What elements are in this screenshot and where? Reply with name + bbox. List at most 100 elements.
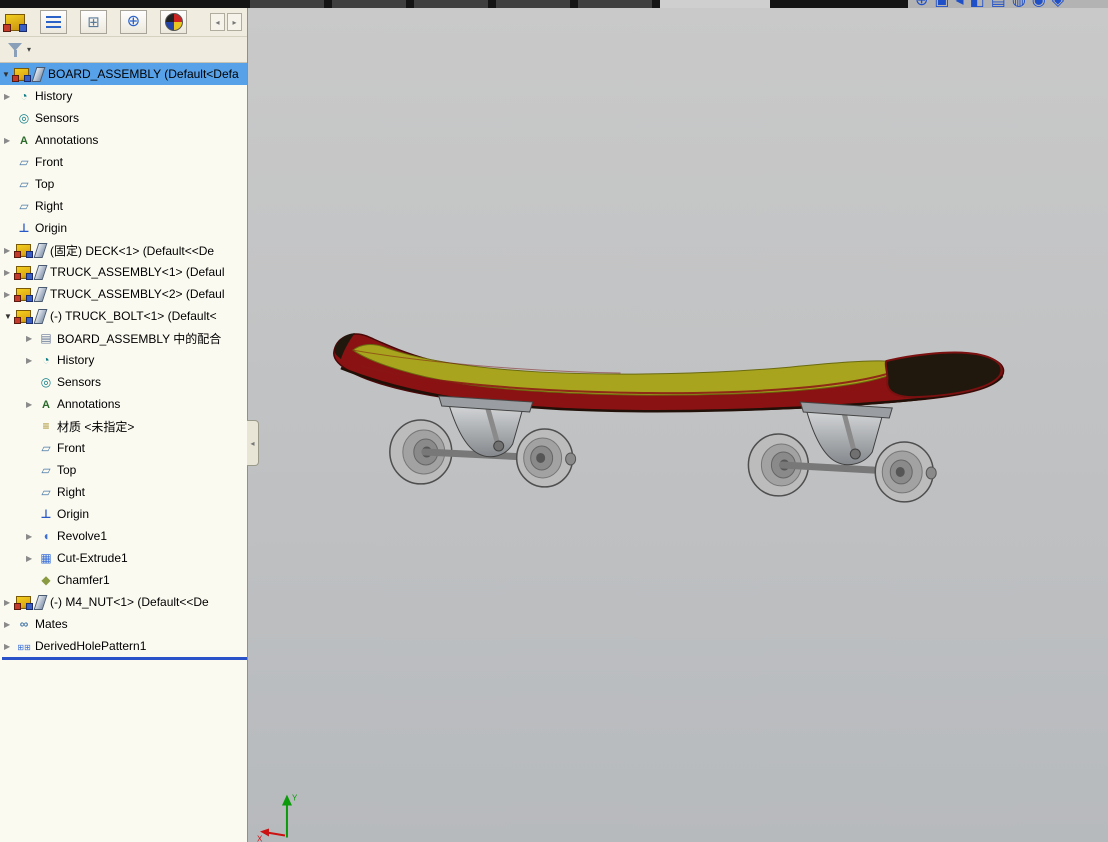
scroll-left-button[interactable]: ◂ xyxy=(210,13,225,31)
expand-closed-icon[interactable]: ▶ xyxy=(2,92,16,101)
displaymanager-tab[interactable] xyxy=(160,10,187,34)
tree-item-m4-nut[interactable]: ▶ (-) M4_NUT<1> (Default<<De xyxy=(0,591,247,613)
x-axis-label: X xyxy=(257,835,263,842)
tree-item-front-plane[interactable]: Front xyxy=(0,151,247,173)
zoom-to-fit-icon[interactable]: ⊕ xyxy=(915,0,928,10)
tree-item-annotations[interactable]: ▶ Annotations xyxy=(0,129,247,151)
hide-show-items-icon[interactable]: ◉ xyxy=(1032,0,1046,10)
tree-item-cut-extrude1[interactable]: ▶ Cut-Extrude1 xyxy=(0,547,247,569)
panel-toolbar: ⊞ ⊕ ◂ ▸ xyxy=(0,8,247,37)
skateboard-model[interactable]: Y X xyxy=(248,8,1108,842)
tree-item-truck-assembly-2[interactable]: ▶ TRUCK_ASSEMBLY<2> (Defaul xyxy=(0,283,247,305)
propertymanager-tab[interactable]: ⊞ xyxy=(80,10,107,34)
tree-item-chamfer1[interactable]: Chamfer1 xyxy=(0,569,247,591)
deck-part[interactable] xyxy=(333,333,1005,413)
feature-tree: ▼BOARD_ASSEMBLY (Default<Defa ▶ History Sen… xyxy=(0,63,247,657)
feather-icon xyxy=(33,594,48,610)
tree-item-sensors-sub[interactable]: Sensors xyxy=(0,371,247,393)
tree-item-label: (固定) DECK<1> (Default<<De xyxy=(50,243,215,258)
tree-item-front-plane-sub[interactable]: Front xyxy=(0,437,247,459)
expand-closed-icon[interactable]: ▶ xyxy=(24,554,38,563)
panel-collapse-handle[interactable]: ◂ xyxy=(247,420,259,466)
scroll-right-button[interactable]: ▸ xyxy=(227,13,242,31)
tree-item-annotations-sub[interactable]: ▶ Annotations xyxy=(0,393,247,415)
tree-item-label: BOARD_ASSEMBLY (Default<Defa xyxy=(48,67,239,81)
view-orientation-icon[interactable]: ▤ xyxy=(991,0,1006,10)
expand-closed-icon[interactable]: ▶ xyxy=(2,642,16,651)
tree-item-label: TRUCK_ASSEMBLY<1> (Defaul xyxy=(50,265,225,279)
filter-row: ▾ xyxy=(0,37,247,63)
sensors-icon xyxy=(38,375,54,389)
tree-item-history[interactable]: ▶ History xyxy=(0,85,247,107)
graphics-viewport[interactable]: Y X xyxy=(247,8,1108,842)
filter-dropdown-icon[interactable]: ▾ xyxy=(27,45,31,54)
tree-item-mates-in-board-assembly[interactable]: ▶ BOARD_ASSEMBLY 中的配合 xyxy=(0,327,247,349)
configurationmanager-tab[interactable]: ⊕ xyxy=(120,10,147,34)
color-wheel-icon xyxy=(164,13,183,31)
tree-item-right-plane-sub[interactable]: Right xyxy=(0,481,247,503)
window-tab[interactable] xyxy=(332,0,406,8)
rollback-bar[interactable] xyxy=(2,657,247,660)
sensors-icon xyxy=(16,111,32,125)
asm-icon xyxy=(14,265,33,280)
deck-nose-dark[interactable] xyxy=(884,351,1003,399)
window-tab[interactable] xyxy=(250,0,324,8)
expand-closed-icon[interactable]: ▶ xyxy=(24,356,38,365)
window-tab[interactable] xyxy=(660,0,770,8)
window-tab[interactable] xyxy=(496,0,570,8)
tree-item-label: Top xyxy=(35,177,55,191)
tree-item-label: Origin xyxy=(57,507,90,521)
truck-assembly-rear[interactable] xyxy=(747,401,937,503)
expand-closed-icon[interactable]: ▶ xyxy=(2,620,16,629)
filter-icon[interactable] xyxy=(7,42,24,58)
scene-settings-icon[interactable]: ◈ xyxy=(1052,0,1064,10)
dhp-icon xyxy=(16,639,32,653)
tree-item-truck-assembly-1[interactable]: ▶ TRUCK_ASSEMBLY<1> (Defaul xyxy=(0,261,247,283)
window-tab[interactable] xyxy=(414,0,488,8)
orientation-triad: Y X xyxy=(257,794,298,842)
previous-view-icon[interactable]: ◂ xyxy=(956,0,964,10)
tree-item-top-plane-sub[interactable]: Top xyxy=(0,459,247,481)
plane-icon xyxy=(16,199,32,213)
tree-item-top-plane[interactable]: Top xyxy=(0,173,247,195)
tree-item-material[interactable]: 材质 <未指定> xyxy=(0,415,247,437)
origin-icon xyxy=(38,507,54,521)
wheel-rear-near[interactable] xyxy=(874,441,934,503)
tree-item-label: BOARD_ASSEMBLY 中的配合 xyxy=(57,331,222,346)
tree-item-label: 材质 <未指定> xyxy=(57,419,135,434)
plane-icon xyxy=(38,485,54,499)
cut-icon xyxy=(38,551,54,565)
tree-item-mates[interactable]: ▶ Mates xyxy=(0,613,247,635)
plane-icon xyxy=(16,177,32,191)
tree-item-label: History xyxy=(57,353,95,367)
window-tab[interactable] xyxy=(578,0,652,8)
expand-closed-icon[interactable]: ▶ xyxy=(24,532,38,541)
expand-closed-icon[interactable]: ▶ xyxy=(24,334,38,343)
tree-item-history-sub[interactable]: ▶ History xyxy=(0,349,247,371)
tree-item-label: Annotations xyxy=(57,397,121,411)
tree-item-board-assembly[interactable]: ▼ BOARD_ASSEMBLY (Default<Defa xyxy=(0,63,247,85)
zoom-to-area-icon[interactable]: ▣ xyxy=(934,0,949,10)
tree-item-right-plane[interactable]: Right xyxy=(0,195,247,217)
tree-item-deck[interactable]: ▶ (固定) DECK<1> (Default<<De xyxy=(0,239,247,261)
asm-icon xyxy=(14,595,33,610)
display-style-icon[interactable]: ◍ xyxy=(1012,0,1026,10)
wheel-front-near[interactable] xyxy=(515,428,574,488)
section-view-icon[interactable]: ◧ xyxy=(970,0,985,10)
tree-item-truck-bolt[interactable]: ▼ (-) TRUCK_BOLT<1> (Default< xyxy=(0,305,247,327)
expand-closed-icon[interactable]: ▶ xyxy=(2,136,16,145)
tree-item-label: Revolve1 xyxy=(57,529,108,543)
expand-closed-icon[interactable]: ▶ xyxy=(24,400,38,409)
truck-assembly-front[interactable] xyxy=(389,395,577,488)
tree-item-origin-sub[interactable]: Origin xyxy=(0,503,247,525)
tree-item-origin[interactable]: Origin xyxy=(0,217,247,239)
assembly-document-icon[interactable] xyxy=(3,13,27,32)
tree-item-derived-hole-pattern1[interactable]: ▶ DerivedHolePattern1 xyxy=(0,635,247,657)
hanger-front[interactable] xyxy=(448,403,524,458)
featuremanager-tab[interactable] xyxy=(40,10,67,34)
titlebar-tabs xyxy=(0,0,908,8)
tree-item-revolve1[interactable]: ▶ Revolve1 xyxy=(0,525,247,547)
solidworks-window: ⊕ ▣ ◂ ◧ ▤ ◍ ◉ ◈ ⊞ ⊕ ◂ ▸ ▾ ▼ BOARD_ASSEMB… xyxy=(0,0,1108,842)
material-icon xyxy=(38,419,54,433)
tree-item-sensors[interactable]: Sensors xyxy=(0,107,247,129)
